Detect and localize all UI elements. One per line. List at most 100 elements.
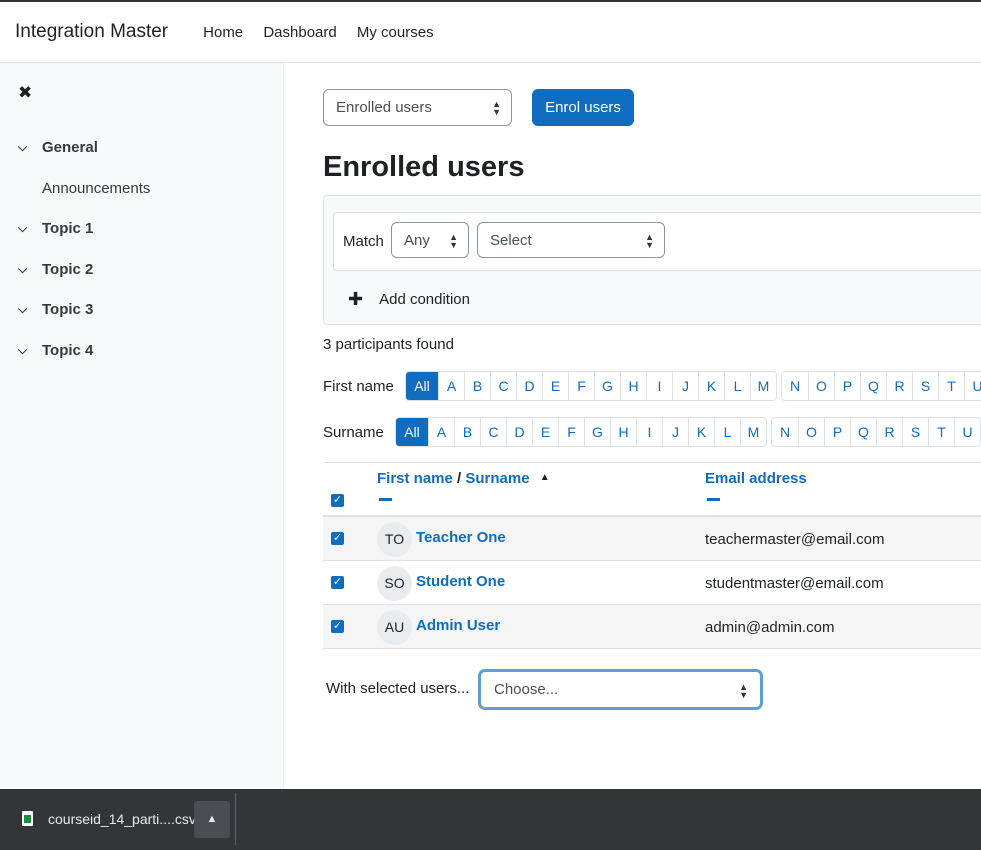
match-type-select[interactable]: Any ▲ ▼: [391, 222, 469, 258]
user-name-link[interactable]: Student One: [416, 573, 505, 590]
nav-home[interactable]: Home: [203, 24, 243, 41]
firstname-initial[interactable]: L: [724, 372, 750, 400]
firstname-initial[interactable]: C: [490, 372, 516, 400]
surname-initial[interactable]: J: [662, 418, 688, 446]
firstname-initial[interactable]: T: [938, 372, 964, 400]
firstname-initial[interactable]: P: [834, 372, 860, 400]
site-brand[interactable]: Integration Master: [15, 21, 168, 43]
enrol-users-button[interactable]: Enrol users: [532, 89, 634, 126]
initial-all[interactable]: All: [396, 418, 428, 446]
row-checkbox[interactable]: ✓: [331, 620, 344, 633]
firstname-initial[interactable]: B: [464, 372, 490, 400]
firstname-initial[interactable]: N: [782, 372, 808, 400]
filter-row: Match Any ▲ ▼ Select ▲ ▼: [333, 212, 981, 271]
firstname-initial[interactable]: I: [646, 372, 672, 400]
section-topic-4[interactable]: ⌵ Topic 4: [18, 342, 93, 359]
sort-firstname-link[interactable]: First name: [377, 470, 453, 487]
surname-initial[interactable]: K: [688, 418, 714, 446]
firstname-initial[interactable]: M: [750, 372, 776, 400]
select-value: Any: [404, 231, 430, 249]
user-email: admin@admin.com: [705, 619, 835, 636]
surname-initials-label: Surname: [323, 423, 384, 441]
firstname-initial[interactable]: A: [438, 372, 464, 400]
user-name-link[interactable]: Admin User: [416, 617, 500, 634]
nav-my-courses[interactable]: My courses: [357, 24, 434, 41]
spreadsheet-file-icon: [22, 811, 33, 826]
firstname-initial[interactable]: D: [516, 372, 542, 400]
row-checkbox[interactable]: ✓: [331, 532, 344, 545]
download-options-button[interactable]: ▲: [194, 801, 230, 838]
name-column-header: First name / Surname ▲: [377, 470, 550, 487]
firstname-initial[interactable]: G: [594, 372, 620, 400]
collapse-name-icon[interactable]: [379, 498, 392, 501]
surname-initial[interactable]: N: [772, 418, 798, 446]
updown-arrow-icon: ▲ ▼: [739, 682, 748, 700]
surname-initial[interactable]: L: [714, 418, 740, 446]
updown-arrow-icon: ▲ ▼: [645, 232, 654, 250]
surname-initial[interactable]: I: [636, 418, 662, 446]
select-all-checkbox[interactable]: ✓: [331, 494, 344, 507]
bulk-action-select[interactable]: Choose... ▲ ▼: [478, 669, 763, 710]
section-topic-3[interactable]: ⌵ Topic 3: [18, 301, 93, 318]
select-value: Choose...: [494, 681, 559, 698]
close-icon[interactable]: ✖: [18, 83, 32, 103]
top-navbar: Integration Master Home Dashboard My cou…: [0, 0, 981, 63]
add-condition-button[interactable]: ✚ Add condition: [348, 289, 470, 310]
sort-surname-link[interactable]: Surname: [465, 470, 529, 487]
user-name-link[interactable]: Teacher One: [416, 529, 506, 546]
activity-announcements[interactable]: Announcements: [42, 180, 150, 197]
firstname-initial[interactable]: O: [808, 372, 834, 400]
filter-type-select[interactable]: Select ▲ ▼: [477, 222, 665, 258]
firstname-initial[interactable]: Q: [860, 372, 886, 400]
firstname-initial[interactable]: E: [542, 372, 568, 400]
chevron-up-icon: ▲: [206, 813, 218, 825]
surname-initial[interactable]: U: [954, 418, 980, 446]
firstname-initial[interactable]: R: [886, 372, 912, 400]
surname-initial[interactable]: R: [876, 418, 902, 446]
table-row: ✓ AU Admin User admin@admin.com: [323, 605, 981, 649]
firstname-initial[interactable]: J: [672, 372, 698, 400]
section-label: Topic 2: [42, 261, 94, 278]
firstname-initial[interactable]: U: [964, 372, 981, 400]
sort-email-link[interactable]: Email address: [705, 470, 807, 487]
section-label: Topic 3: [42, 301, 94, 318]
section-topic-1[interactable]: ⌵ Topic 1: [18, 220, 93, 237]
surname-initial[interactable]: P: [824, 418, 850, 446]
collapse-email-icon[interactable]: [707, 498, 720, 501]
filter-panel: Match Any ▲ ▼ Select ▲ ▼ ✚ Add condition: [323, 195, 981, 325]
firstname-initial[interactable]: F: [568, 372, 594, 400]
surname-initial[interactable]: Q: [850, 418, 876, 446]
participants-view-select[interactable]: Enrolled users ▲ ▼: [323, 89, 512, 126]
surname-initial[interactable]: S: [902, 418, 928, 446]
with-selected-label: With selected users...: [326, 680, 470, 697]
firstname-initials-bar: First name All ABCDEFGHIJKLM NOPQRSTU: [323, 371, 981, 401]
firstname-initial[interactable]: S: [912, 372, 938, 400]
surname-initial[interactable]: G: [584, 418, 610, 446]
section-general[interactable]: ⌵ General: [18, 139, 98, 156]
surname-initial[interactable]: C: [480, 418, 506, 446]
page-title: Enrolled users: [323, 151, 525, 183]
participants-count: 3 participants found: [323, 336, 454, 353]
select-value: Select: [490, 231, 532, 249]
surname-initial[interactable]: B: [454, 418, 480, 446]
surname-initial[interactable]: E: [532, 418, 558, 446]
chevron-down-icon: ⌵: [18, 140, 28, 154]
firstname-initial[interactable]: K: [698, 372, 724, 400]
surname-initial[interactable]: O: [798, 418, 824, 446]
firstname-initial[interactable]: H: [620, 372, 646, 400]
download-filename[interactable]: courseid_14_parti....csv: [48, 811, 196, 827]
surname-initial[interactable]: H: [610, 418, 636, 446]
section-topic-2[interactable]: ⌵ Topic 2: [18, 261, 93, 278]
surname-initial[interactable]: A: [428, 418, 454, 446]
row-checkbox[interactable]: ✓: [331, 576, 344, 589]
surname-initial[interactable]: F: [558, 418, 584, 446]
surname-initial[interactable]: M: [740, 418, 766, 446]
initial-all[interactable]: All: [406, 372, 438, 400]
nav-dashboard[interactable]: Dashboard: [263, 24, 336, 41]
course-index-drawer: ✖ ⌵ General Announcements ⌵ Topic 1 ⌵ To…: [0, 63, 284, 789]
primary-nav: Home Dashboard My courses: [203, 24, 449, 41]
user-email: teachermaster@email.com: [705, 531, 885, 548]
section-label: Topic 1: [42, 220, 94, 237]
surname-initial[interactable]: D: [506, 418, 532, 446]
surname-initial[interactable]: T: [928, 418, 954, 446]
